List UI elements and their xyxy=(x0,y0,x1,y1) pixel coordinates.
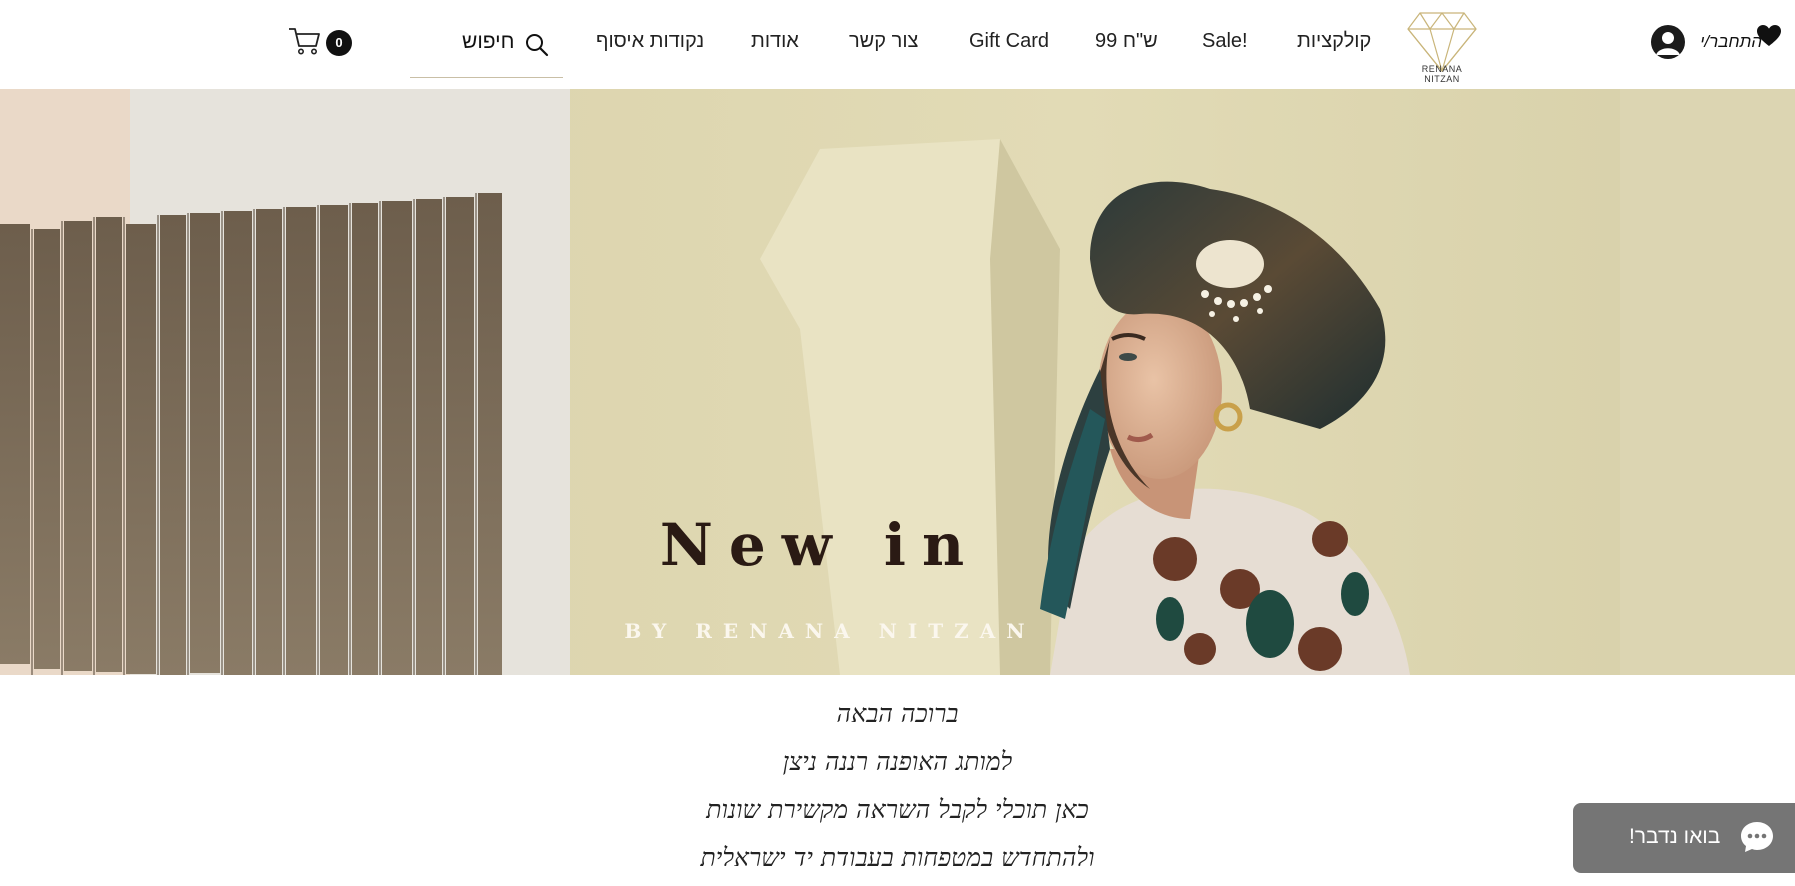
welcome-line: ברוכה הבאה xyxy=(836,699,959,728)
cart-icon xyxy=(289,28,320,55)
nav-pickup-points[interactable]: נקודות איסוף xyxy=(596,30,704,53)
avatar-icon xyxy=(1656,32,1680,55)
welcome-line: למותג האופנה רננה ניצן xyxy=(782,747,1013,776)
nav-collections[interactable]: קולקציות xyxy=(1297,30,1371,53)
hero-banner[interactable]: New in BY RENANA NITZAN xyxy=(0,89,1795,675)
welcome-line: כאן תוכלי לקבל השראה מקשירת שונות xyxy=(706,795,1089,824)
nav-sale[interactable]: Sale! xyxy=(1202,30,1248,53)
site-header: 0 חיפוש נקודות איסוף אודות צור קשר Gift … xyxy=(0,0,1795,89)
chat-label: בואו נדבר! xyxy=(1629,825,1721,848)
chat-button[interactable]: בואו נדבר! xyxy=(1573,803,1795,873)
nav-gift-card[interactable]: Gift Card xyxy=(969,30,1049,53)
logo-text: RENANA NITZAN xyxy=(1421,64,1463,84)
nav-contact[interactable]: צור קשר xyxy=(849,30,918,53)
hero-title: New in xyxy=(659,511,981,579)
nav-99-shekel[interactable]: 99 ש"ח xyxy=(1095,30,1158,53)
cart-button[interactable]: 0 xyxy=(288,24,358,64)
heart-icon[interactable] xyxy=(1756,24,1782,48)
welcome-line: ולהתחדש במטפחות בעבודת יד ישראלית xyxy=(700,843,1095,872)
chat-bubble-icon xyxy=(1741,822,1773,852)
search-label: חיפוש xyxy=(462,30,515,53)
search-icon xyxy=(526,34,549,57)
welcome-text: ברוכה הבאה למותג האופנה רננה ניצן כאן תו… xyxy=(0,690,1795,882)
hero-image xyxy=(0,89,1795,675)
cart-count-badge: 0 xyxy=(326,30,352,56)
hero-subtitle: BY RENANA NITZAN xyxy=(624,619,1036,643)
login-link[interactable]: התחבר/י xyxy=(1700,32,1762,52)
avatar[interactable] xyxy=(1651,25,1685,59)
search-input[interactable]: חיפוש xyxy=(410,26,563,78)
nav-about[interactable]: אודות xyxy=(751,30,799,53)
